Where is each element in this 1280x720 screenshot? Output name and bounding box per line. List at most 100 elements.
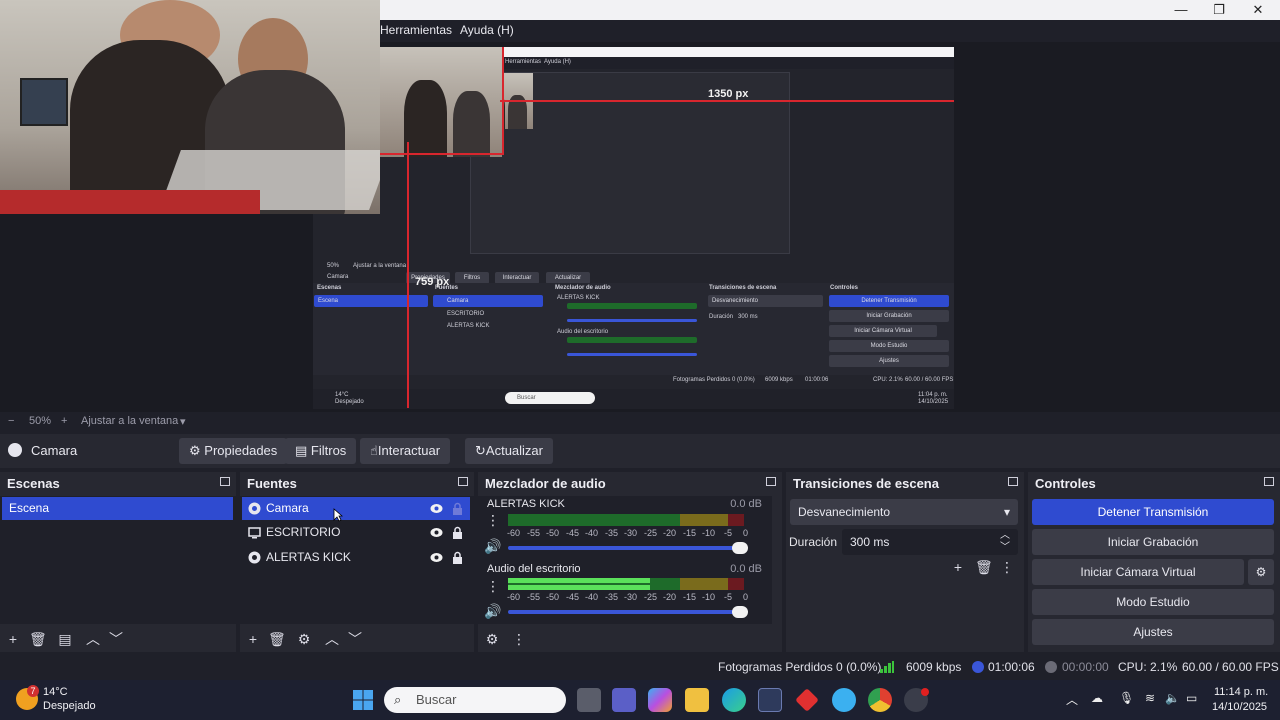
battery-icon[interactable]: ▭ [1186, 691, 1197, 705]
studio-mode-button[interactable]: Modo Estudio [1032, 589, 1274, 615]
virtual-camera-settings-gear-icon[interactable]: ⚙ [1248, 559, 1274, 585]
transition-select[interactable]: Desvanecimiento ▾ [790, 499, 1018, 525]
inner-docks: Escenas Escena Fuentes Camara ESCRITORIO… [313, 283, 954, 379]
chevron-down-icon[interactable]: ▾ [180, 415, 186, 428]
volume-icon[interactable]: 🔈 [1165, 691, 1180, 705]
source-item-camara[interactable]: Camara [242, 497, 470, 520]
chevron-up-icon[interactable]: ︿ [1066, 691, 1078, 708]
zoom-bar: − 50% + Ajustar a la ventana ▾ [0, 412, 1280, 432]
task-view-icon[interactable] [577, 688, 601, 712]
filter-icon[interactable]: ▤ [57, 631, 73, 647]
more-vertical-icon[interactable]: ⋮ [999, 559, 1015, 575]
start-virtual-camera-button[interactable]: Iniciar Cámara Virtual [1032, 559, 1244, 585]
chevron-down-icon[interactable]: ﹀ [1000, 535, 1010, 561]
trash-icon[interactable]: 🗑 [29, 631, 47, 647]
advanced-audio-gear-icon[interactable]: ⚙ [484, 631, 500, 647]
store-icon[interactable] [758, 688, 782, 712]
trash-icon[interactable]: 🗑 [975, 559, 993, 575]
channel-label-alertas-kick: ALERTAS KICK [487, 498, 565, 510]
source-item-escritorio[interactable]: ESCRITORIO [242, 521, 470, 544]
lock-icon[interactable] [452, 526, 463, 539]
refresh-button[interactable]: ↻Actualizar [465, 438, 553, 464]
undock-icon[interactable] [458, 477, 468, 486]
recording-dot-icon [921, 688, 929, 696]
volume-slider[interactable] [508, 606, 748, 618]
zoom-value: 50% [29, 415, 52, 427]
maximize-icon[interactable]: ❐ [1204, 2, 1234, 18]
zoom-out-button[interactable]: − [8, 415, 14, 427]
chrome-icon[interactable] [868, 688, 892, 712]
edge-icon[interactable] [722, 688, 746, 712]
eye-icon[interactable] [430, 503, 443, 514]
teams-icon[interactable] [612, 688, 636, 712]
minimize-icon[interactable]: — [1166, 2, 1196, 18]
chevron-down-icon[interactable]: ﹀ [347, 631, 363, 647]
lock-icon[interactable] [452, 502, 463, 515]
undock-icon[interactable] [766, 477, 776, 486]
clock-date[interactable]: 14/10/2025 [1212, 701, 1267, 713]
gear-icon: ⚙ [189, 443, 201, 458]
eye-icon[interactable] [430, 527, 443, 538]
menu-tools[interactable]: Herramientas [380, 23, 452, 37]
mixer-title: Mezclador de audio [478, 472, 782, 494]
stop-stream-button[interactable]: Detener Transmisión [1032, 499, 1274, 525]
source-item-alertas-kick[interactable]: ALERTAS KICK [242, 546, 470, 569]
zoom-fit-select[interactable]: Ajustar a la ventana [81, 415, 178, 427]
gear-icon[interactable]: ⚙ [296, 631, 312, 647]
speaker-icon[interactable]: 🔊 [484, 603, 501, 619]
microphone-icon[interactable]: 🎙 [1119, 691, 1134, 705]
chevron-up-icon[interactable]: ︿ [85, 631, 101, 647]
sources-list: Camara ESCRITORIO ALERTAS KICK [240, 496, 474, 624]
pointer-icon: ☝ [370, 443, 378, 458]
bitrate: 6009 kbps [906, 660, 962, 674]
add-icon[interactable]: + [5, 631, 21, 647]
fps: 60.00 / 60.00 FPS [1182, 660, 1279, 674]
menu-help[interactable]: Ayuda (H) [460, 23, 514, 37]
close-icon[interactable]: ✕ [1243, 2, 1273, 18]
volume-slider[interactable] [508, 542, 748, 554]
inner-menu-help: Ayuda (H) [544, 59, 571, 65]
copilot-icon[interactable] [648, 688, 672, 712]
inner-taskbar: 14°C Despejado Buscar 11:04 p. m. 14/10/… [313, 389, 954, 409]
zoom-in-button[interactable]: + [61, 415, 67, 427]
cpu-usage: CPU: 2.1% [1118, 660, 1178, 674]
app-red-icon[interactable] [795, 688, 819, 712]
volume-meter [508, 578, 744, 590]
taskbar-search[interactable]: ⌕ Buscar [384, 687, 566, 713]
lock-icon[interactable] [452, 551, 463, 564]
chevron-up-icon[interactable]: ︿ [324, 631, 340, 647]
scenes-title: Escenas [0, 472, 236, 494]
interact-button[interactable]: ☝Interactuar [360, 438, 451, 464]
audio-mixer-dock: Mezclador de audio ALERTAS KICK 0.0 dB ⋮… [478, 472, 782, 652]
more-vertical-icon[interactable]: ⋮ [486, 579, 500, 593]
signal-bars-icon [880, 661, 894, 673]
windows-start-icon[interactable] [351, 688, 375, 712]
eye-icon[interactable] [430, 552, 443, 563]
more-vertical-icon[interactable]: ⋮ [511, 631, 527, 647]
add-icon[interactable]: + [245, 631, 261, 647]
trash-icon[interactable]: 🗑 [268, 631, 286, 647]
sources-dock: Fuentes Camara ESCRITORIO ALERTAS KICK +… [240, 472, 474, 652]
chevron-down-icon[interactable]: ﹀ [108, 631, 124, 647]
file-explorer-icon[interactable] [685, 688, 709, 712]
app-blue-icon[interactable] [832, 688, 856, 712]
settings-button[interactable]: Ajustes [1032, 619, 1274, 645]
undock-icon[interactable] [1008, 477, 1018, 486]
scene-item[interactable]: Escena [2, 497, 233, 520]
undock-icon[interactable] [1264, 477, 1274, 486]
start-recording-button[interactable]: Iniciar Grabación [1032, 529, 1274, 555]
camera-source-icon [8, 443, 22, 457]
add-icon[interactable]: + [950, 559, 966, 575]
clock-time[interactable]: 11:14 p. m. [1214, 686, 1268, 698]
status-bar: Fotogramas Perdidos 0 (0.0%) 6009 kbps 0… [0, 655, 1280, 679]
transitions-dock: Transiciones de escena Desvanecimiento ▾… [786, 472, 1024, 652]
undock-icon[interactable] [220, 477, 230, 486]
preview-canvas[interactable]: Herramientas Ayuda (H) 50% Ajustar a la … [0, 0, 1280, 412]
properties-button[interactable]: ⚙ Propiedades [179, 438, 288, 464]
duration-spinbox[interactable]: 300 ms ︿ ﹀ [842, 529, 1018, 555]
speaker-icon[interactable]: 🔊 [484, 538, 501, 554]
wifi-icon[interactable]: ≋ [1145, 691, 1155, 705]
more-vertical-icon[interactable]: ⋮ [486, 513, 500, 527]
cloud-icon[interactable]: ☁ [1091, 691, 1103, 705]
filters-button[interactable]: ▤ Filtros [285, 438, 357, 464]
